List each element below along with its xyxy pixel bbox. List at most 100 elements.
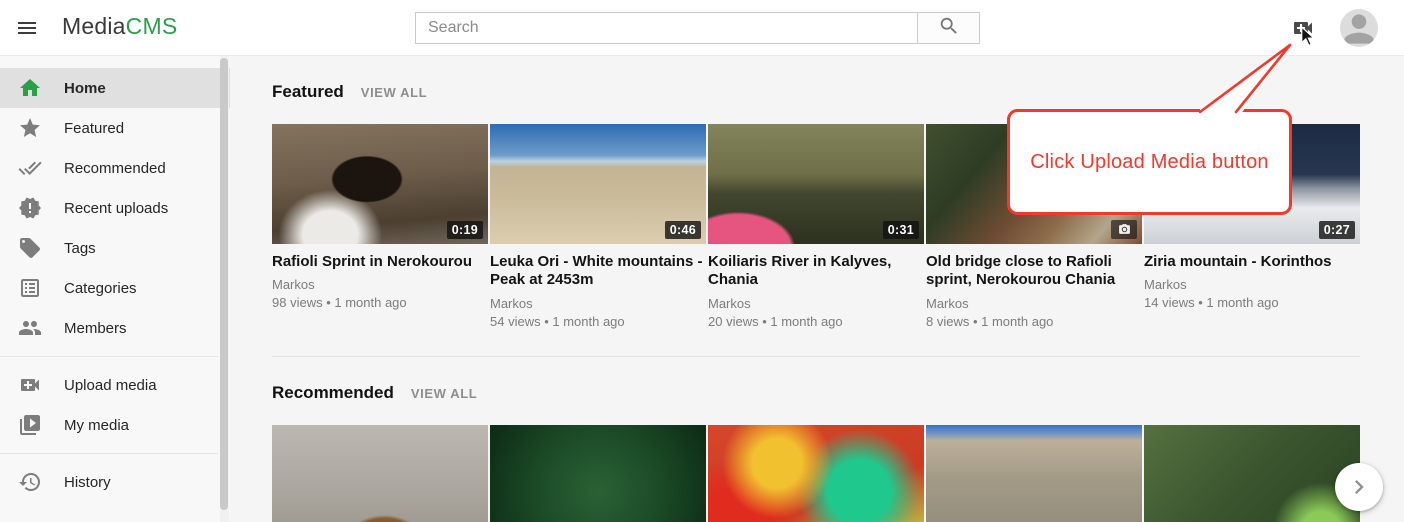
sidebar-item-label: Upload media [64, 377, 157, 394]
sidebar-item-history[interactable]: History [0, 462, 230, 502]
media-author[interactable]: Markos [272, 277, 488, 292]
app-logo[interactable]: MediaCMS [62, 13, 177, 40]
media-thumbnail[interactable] [272, 425, 488, 522]
logo-media: Media [62, 13, 126, 39]
media-card[interactable]: 0:46 Leuka Ori - White mountains - Peak … [490, 124, 706, 329]
media-author[interactable]: Markos [708, 296, 924, 311]
sidebar-item-label: Categories [64, 280, 137, 297]
sidebar-divider [0, 453, 218, 454]
home-icon [18, 76, 42, 100]
sidebar-item-featured[interactable]: Featured [0, 108, 230, 148]
media-card[interactable]: 0:31 Koiliaris River in Kalyves, Chania … [708, 124, 924, 329]
search-bar [415, 12, 980, 44]
media-thumbnail[interactable] [926, 124, 1142, 244]
user-avatar[interactable] [1340, 9, 1378, 47]
media-meta: 14 views • 1 month ago [1144, 295, 1360, 310]
media-meta: 8 views • 1 month ago [926, 314, 1142, 329]
duration-badge: 0:19 [447, 221, 483, 239]
featured-view-all-link[interactable]: VIEW ALL [361, 85, 427, 100]
sidebar-item-label: History [64, 474, 111, 491]
sidebar-item-upload-media[interactable]: Upload media [0, 365, 230, 405]
upload-media-button[interactable] [1291, 16, 1315, 40]
sidebar-item-members[interactable]: Members [0, 308, 230, 348]
duration-badge: 0:31 [883, 221, 919, 239]
media-card[interactable] [708, 425, 924, 522]
sidebar-item-label: My media [64, 417, 129, 434]
chevron-right-icon [1345, 473, 1373, 501]
media-title[interactable]: Koiliaris River in Kalyves, Chania [708, 253, 924, 290]
sidebar-item-recent-uploads[interactable]: Recent uploads [0, 188, 230, 228]
sidebar-item-recommended[interactable]: Recommended [0, 148, 230, 188]
duration-badge: 0:27 [1319, 221, 1355, 239]
star-icon [18, 116, 42, 140]
media-title[interactable]: Ziria mountain - Korinthos [1144, 253, 1360, 271]
media-card[interactable] [490, 425, 706, 522]
media-thumbnail[interactable]: 0:27 [1144, 124, 1360, 244]
video-library-icon [18, 413, 42, 437]
media-meta: 54 views • 1 month ago [490, 314, 706, 329]
media-thumbnail[interactable] [490, 425, 706, 522]
sidebar-item-label: Tags [64, 240, 96, 257]
sidebar-item-label: Featured [64, 120, 124, 137]
featured-cards-row: 0:19 Rafioli Sprint in Nerokourou Markos… [272, 124, 1360, 329]
media-author[interactable]: Markos [490, 296, 706, 311]
media-meta: 98 views • 1 month ago [272, 295, 488, 310]
top-header: MediaCMS [0, 0, 1404, 56]
media-card[interactable]: 0:19 Rafioli Sprint in Nerokourou Markos… [272, 124, 488, 329]
media-thumbnail[interactable] [926, 425, 1142, 522]
sidebar-scrollbar-thumb[interactable] [220, 58, 228, 510]
image-type-badge [1111, 220, 1137, 239]
sidebar-item-label: Recommended [64, 160, 166, 177]
media-title[interactable]: Leuka Ori - White mountains - Peak at 24… [490, 253, 706, 290]
recommended-section: Recommended VIEW ALL [272, 383, 1404, 522]
media-author[interactable]: Markos [926, 296, 1142, 311]
video-call-icon [18, 373, 42, 397]
recommended-section-title: Recommended [272, 383, 394, 403]
media-title[interactable]: Rafioli Sprint in Nerokourou [272, 253, 488, 271]
media-card[interactable] [1144, 425, 1360, 522]
media-card[interactable]: 0:27 Ziria mountain - Korinthos Markos 1… [1144, 124, 1360, 329]
sidebar: Home Featured Recommended Recent uploads… [0, 56, 230, 522]
media-card[interactable] [926, 425, 1142, 522]
search-input[interactable] [415, 12, 917, 44]
recommended-cards-row [272, 425, 1360, 522]
sidebar-divider [0, 356, 218, 357]
person-icon [1340, 9, 1378, 47]
media-thumbnail[interactable]: 0:31 [708, 124, 924, 244]
logo-cms: CMS [126, 13, 178, 39]
sidebar-item-categories[interactable]: Categories [0, 268, 230, 308]
media-meta: 20 views • 1 month ago [708, 314, 924, 329]
sidebar-item-label: Recent uploads [64, 200, 168, 217]
categories-icon [18, 276, 42, 300]
video-call-icon [1291, 27, 1315, 44]
sidebar-item-label: Home [64, 80, 106, 97]
done-all-icon [18, 156, 42, 180]
featured-section-title: Featured [272, 82, 344, 102]
search-button[interactable] [917, 12, 980, 44]
hamburger-menu-icon[interactable] [14, 16, 40, 40]
new-releases-icon [18, 196, 42, 220]
tag-icon [18, 236, 42, 260]
sidebar-scrollbar-track [220, 56, 229, 522]
media-author[interactable]: Markos [1144, 277, 1360, 292]
media-card[interactable] [272, 425, 488, 522]
sidebar-item-label: Members [64, 320, 127, 337]
recommended-view-all-link[interactable]: VIEW ALL [411, 386, 477, 401]
media-card[interactable]: Old bridge close to Rafioli sprint, Nero… [926, 124, 1142, 329]
camera-icon [1118, 223, 1131, 236]
sidebar-item-tags[interactable]: Tags [0, 228, 230, 268]
carousel-next-button[interactable] [1335, 463, 1383, 511]
main-content: Featured VIEW ALL 0:19 Rafioli Sprint in… [230, 56, 1404, 522]
media-title[interactable]: Old bridge close to Rafioli sprint, Nero… [926, 253, 1142, 290]
history-icon [18, 470, 42, 494]
featured-section: Featured VIEW ALL 0:19 Rafioli Sprint in… [272, 82, 1360, 357]
media-thumbnail[interactable] [1144, 425, 1360, 522]
sidebar-item-home[interactable]: Home [0, 68, 230, 108]
media-thumbnail[interactable] [708, 425, 924, 522]
search-icon [938, 15, 960, 42]
sidebar-item-my-media[interactable]: My media [0, 405, 230, 445]
media-thumbnail[interactable]: 0:19 [272, 124, 488, 244]
media-thumbnail[interactable]: 0:46 [490, 124, 706, 244]
members-icon [18, 316, 42, 340]
duration-badge: 0:46 [665, 221, 701, 239]
